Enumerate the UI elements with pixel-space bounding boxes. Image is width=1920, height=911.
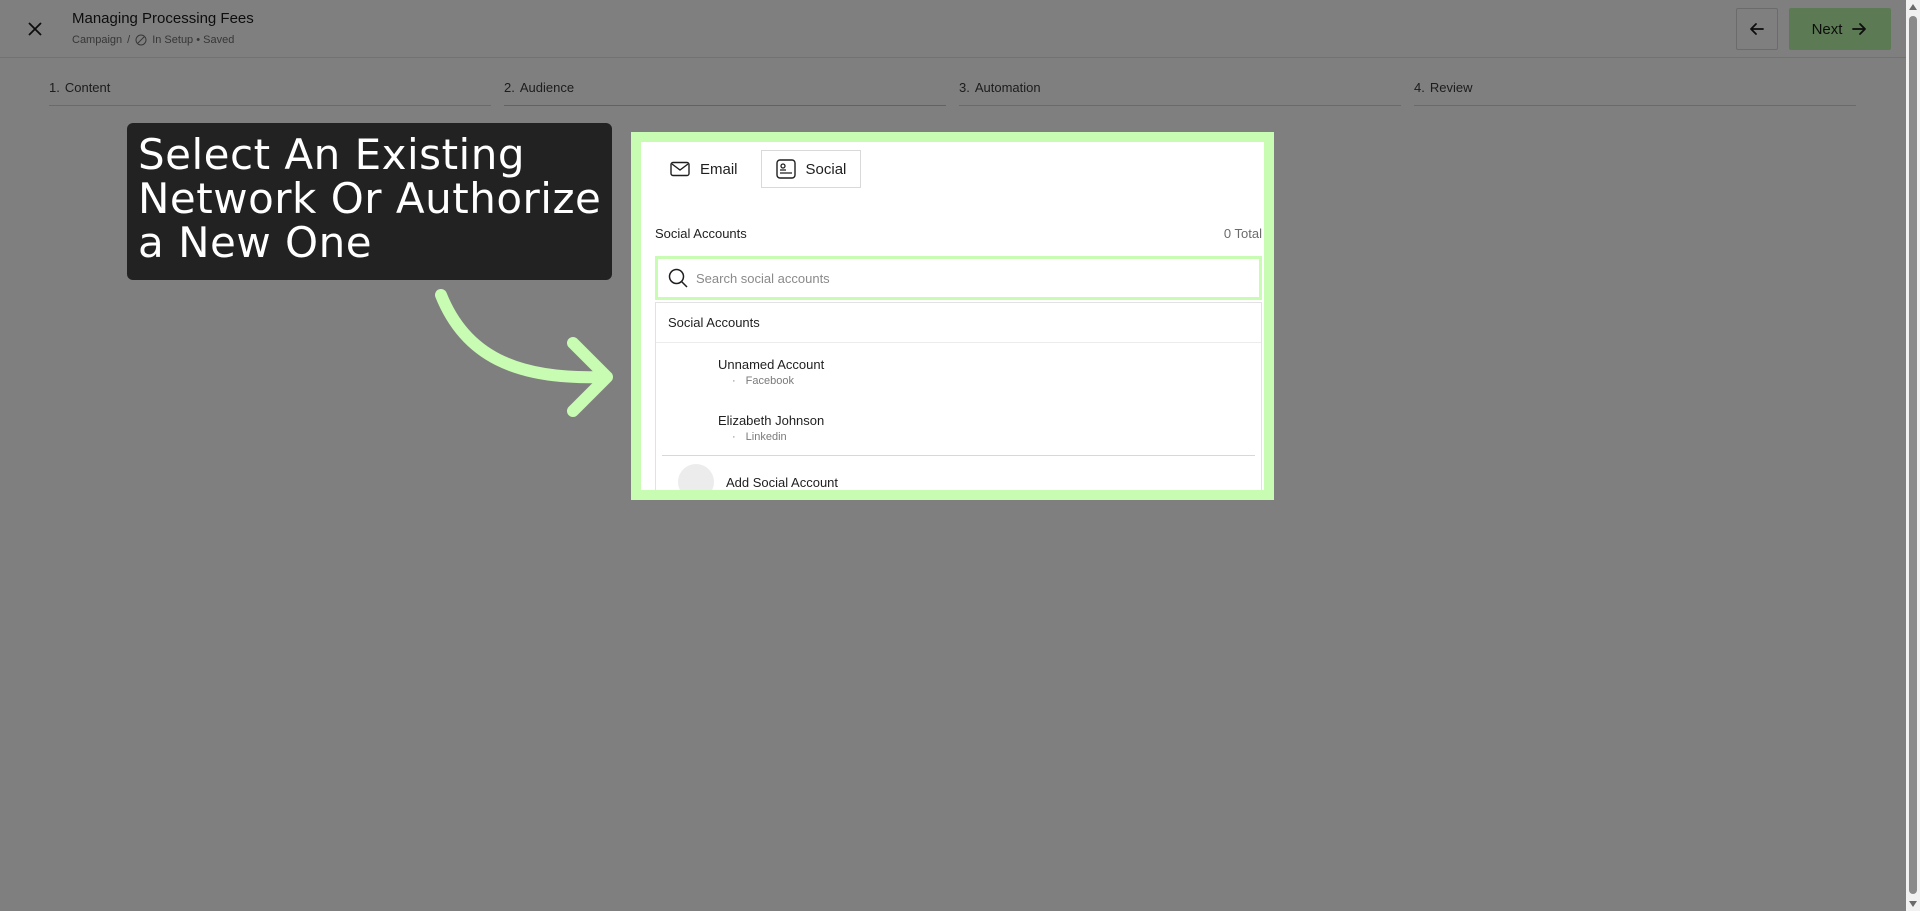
search-input[interactable] [696,270,1236,286]
breadcrumb: Campaign / In Setup • Saved [72,34,234,46]
search-box [655,256,1262,300]
step-label: Review [1429,80,1473,95]
social-icon [775,159,796,179]
arrow-left-icon [1750,23,1764,35]
close-button[interactable] [22,16,48,42]
page-title: Managing Processing Fees [72,10,254,27]
tab-email-label: Email [700,160,738,178]
step-label: Automation [974,80,1041,95]
status-icon [135,34,147,46]
tab-social[interactable]: Social [760,150,862,188]
add-social-account-button[interactable]: Add Social Account [678,464,839,490]
divider [662,455,1255,456]
search-icon [668,268,688,288]
channel-tabs: Email Social [655,150,862,188]
step-number: 2. [504,80,515,95]
step-review[interactable]: 4. Review [1414,80,1856,106]
mail-icon [670,161,690,177]
bullet-icon: · [732,375,736,387]
step-label: Audience [519,80,575,95]
next-label: Next [1811,20,1843,38]
scroll-thumb[interactable] [1909,16,1917,894]
network-label: Facebook [745,375,794,387]
step-number: 1. [49,80,60,95]
bullet-icon: · [732,431,736,443]
next-button[interactable]: Next [1789,8,1891,50]
list-item[interactable]: Unnamed Account · Facebook [656,343,1261,399]
network-label: Linkedin [745,431,787,443]
section-label: Social Accounts [655,226,747,241]
curved-arrow-icon [435,289,613,417]
step-audience[interactable]: 2. Audience [504,80,946,106]
step-number: 4. [1414,80,1425,95]
scroll-up-icon[interactable] [1909,4,1917,10]
scroll-down-icon[interactable] [1909,901,1917,907]
accounts-dropdown: Social Accounts Unnamed Account · Facebo… [655,302,1262,490]
arrow-right-icon [1852,23,1867,35]
audience-panel: Email Social Social Accounts 0 Total Soc… [631,132,1274,500]
breadcrumb-campaign[interactable]: Campaign [72,34,122,46]
scrollbar[interactable] [1906,0,1920,911]
total-count: 0 Total [1223,226,1262,241]
close-icon [28,22,42,36]
status-text: In Setup • Saved [152,34,235,46]
list-item[interactable]: Elizabeth Johnson · Linkedin [656,399,1261,455]
breadcrumb-separator: / [127,34,131,46]
step-label: Content [64,80,111,95]
account-name: Elizabeth Johnson [718,413,825,428]
dropdown-header: Social Accounts [656,303,1261,343]
callout-text: Select An Existing Network Or Authorize … [138,130,602,267]
account-network: · Facebook [732,375,794,387]
step-automation[interactable]: 3. Automation [959,80,1401,106]
account-name: Unnamed Account [718,357,825,372]
tab-email[interactable]: Email [655,150,753,188]
avatar [678,464,714,490]
step-content[interactable]: 1. Content [49,80,491,106]
account-network: · Linkedin [732,431,787,443]
back-button[interactable] [1736,8,1778,50]
step-number: 3. [959,80,970,95]
add-social-account-label: Add Social Account [726,474,839,490]
tab-social-label: Social [805,160,847,178]
tutorial-callout: Select An Existing Network Or Authorize … [127,123,612,280]
top-bar: Managing Processing Fees Campaign / In S… [0,0,1906,58]
